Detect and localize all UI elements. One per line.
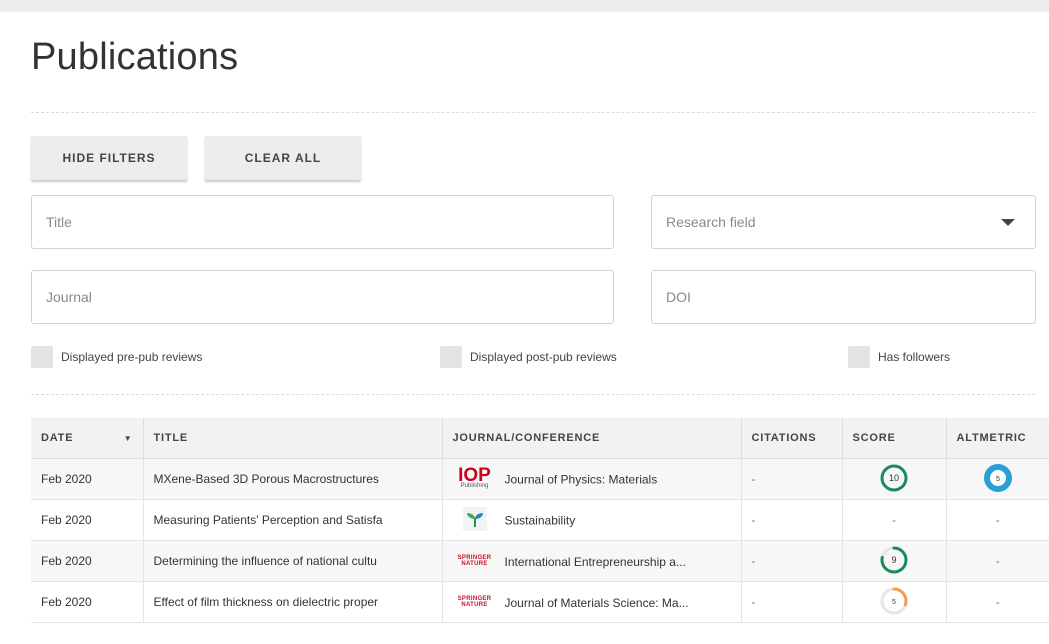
column-header-altmetric[interactable]: ALTMETRIC [946, 418, 1049, 459]
row-date: Feb 2020 [31, 458, 144, 500]
journal-name: Journal of Materials Science: Ma... [504, 595, 689, 610]
altmetric-donut[interactable]: 5 [983, 463, 1013, 496]
score-value: 5 [892, 599, 896, 606]
score-value: 9 [891, 555, 896, 565]
research-field-label: Research field [666, 214, 756, 230]
row-altmetric: - [946, 540, 1049, 582]
row-journal[interactable]: Sustainability [442, 499, 742, 541]
table-header-row: DATE ▼ TITLE JOURNAL/CONFERENCE CITATIONS… [31, 418, 1049, 459]
journal-name: Journal of Physics: Materials [504, 472, 658, 486]
date-header-label: DATE [41, 432, 74, 444]
score-ring[interactable]: 10 [879, 463, 909, 496]
row-title[interactable]: Effect of film thickness on dielectric p… [143, 581, 443, 623]
row-score[interactable]: 5 [842, 581, 947, 623]
journal-input[interactable] [32, 271, 613, 323]
row-date: Feb 2020 [31, 540, 144, 582]
page-title: Publications [31, 36, 239, 78]
row-citations: - [741, 499, 843, 541]
row-citations: - [741, 458, 843, 500]
table-row[interactable]: Feb 2020 Measuring Patients' Perception … [31, 499, 1049, 541]
springer-logo-bottom: NATURE [461, 602, 488, 609]
row-citations: - [741, 540, 843, 582]
divider-top [31, 112, 1035, 113]
pre-pub-reviews-checkbox[interactable]: Displayed pre-pub reviews [31, 346, 202, 368]
row-score: - [842, 499, 947, 541]
row-title[interactable]: MXene-Based 3D Porous Macrostructures [143, 458, 443, 500]
checkbox-box[interactable] [440, 346, 462, 368]
top-bar [0, 0, 1049, 10]
publications-table: DATE ▼ TITLE JOURNAL/CONFERENCE CITATIONS… [31, 418, 1049, 623]
springer-nature-logo: SPRINGER NATURE [453, 555, 497, 567]
checkbox-label: Displayed post-pub reviews [470, 350, 617, 364]
checkbox-box[interactable] [848, 346, 870, 368]
checkbox-label: Displayed pre-pub reviews [61, 350, 203, 364]
title-input[interactable] [32, 196, 613, 248]
row-score[interactable]: 10 [842, 458, 947, 500]
row-score[interactable]: 9 [842, 540, 947, 582]
row-altmetric[interactable]: 5 [946, 458, 1049, 500]
hide-filters-button[interactable]: HIDE FILTERS [31, 136, 187, 180]
row-citations: - [741, 581, 843, 623]
row-title[interactable]: Determining the influence of national cu… [143, 540, 443, 582]
clear-all-button[interactable]: CLEAR ALL [205, 136, 361, 180]
divider-bottom [31, 394, 1035, 395]
table-row[interactable]: Feb 2020 Effect of film thickness on die… [31, 581, 1049, 623]
table-row[interactable]: Feb 2020 MXene-Based 3D Porous Macrostru… [31, 458, 1049, 500]
column-header-title[interactable]: TITLE [143, 418, 443, 459]
row-title[interactable]: Measuring Patients' Perception and Satis… [143, 499, 443, 541]
research-field-select[interactable]: Research field [651, 195, 1036, 249]
journal-name: International Entrepreneurship a... [504, 554, 686, 569]
springer-logo-bottom: NATURE [461, 561, 488, 568]
column-header-score[interactable]: SCORE [842, 418, 947, 459]
row-altmetric: - [946, 499, 1049, 541]
column-header-citations[interactable]: CITATIONS [741, 418, 843, 459]
column-header-journal[interactable]: JOURNAL/CONFERENCE [442, 418, 742, 459]
title-field[interactable] [31, 195, 614, 249]
row-altmetric: - [946, 581, 1049, 623]
has-followers-checkbox[interactable]: Has followers [848, 346, 950, 368]
checkbox-label: Has followers [878, 350, 951, 364]
doi-input[interactable] [652, 271, 1035, 323]
chevron-down-icon [1001, 219, 1015, 226]
table-row[interactable]: Feb 2020 Determining the influence of na… [31, 540, 1049, 582]
post-pub-reviews-checkbox[interactable]: Displayed post-pub reviews [440, 346, 617, 368]
row-journal[interactable]: IOP Publishing Journal of Physics: Materia… [442, 458, 742, 500]
row-date: Feb 2020 [31, 499, 144, 541]
score-ring[interactable]: 5 [879, 586, 909, 619]
row-journal[interactable]: SPRINGER NATURE Journal of Materials Scien… [442, 581, 742, 623]
springer-nature-logo: SPRINGER NATURE [453, 596, 497, 608]
score-ring[interactable]: 9 [879, 545, 909, 578]
iop-publishing-logo: IOP Publishing [453, 466, 497, 490]
column-header-date[interactable]: DATE ▼ [31, 418, 144, 459]
row-date: Feb 2020 [31, 581, 144, 623]
journal-field[interactable] [31, 270, 614, 324]
row-journal[interactable]: SPRINGER NATURE International Entrepreneur… [442, 540, 742, 582]
doi-field[interactable] [651, 270, 1036, 324]
checkbox-box[interactable] [31, 346, 53, 368]
score-value: 10 [889, 473, 899, 483]
sustainability-plant-logo [453, 506, 497, 534]
altmetric-value: 5 [996, 476, 1000, 483]
sort-desc-icon[interactable]: ▼ [124, 434, 133, 443]
journal-name: Sustainability [504, 513, 576, 527]
